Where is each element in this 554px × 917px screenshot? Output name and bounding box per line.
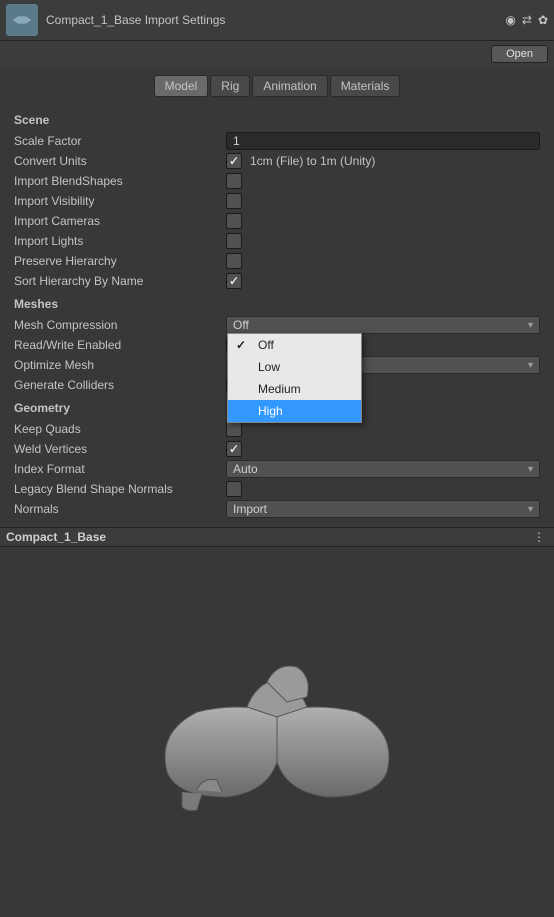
dropdown-option-high[interactable]: High	[228, 400, 361, 422]
sort-hierarchy-label: Sort Hierarchy By Name	[14, 273, 226, 289]
settings-panel: Scene Scale Factor Convert Units 1cm (Fi…	[0, 103, 554, 519]
sort-hierarchy-checkbox[interactable]	[226, 273, 242, 289]
tab-model[interactable]: Model	[154, 75, 209, 97]
open-row: Open	[0, 41, 554, 67]
tab-animation[interactable]: Animation	[252, 75, 327, 97]
scene-heading: Scene	[14, 113, 540, 127]
import-cameras-label: Import Cameras	[14, 213, 226, 229]
convert-units-checkbox[interactable]	[226, 153, 242, 169]
weld-vertices-checkbox[interactable]	[226, 441, 242, 457]
import-blendshapes-label: Import BlendShapes	[14, 173, 226, 189]
convert-units-note: 1cm (File) to 1m (Unity)	[250, 154, 375, 168]
dropdown-option-low[interactable]: Low	[228, 356, 361, 378]
normals-value: Import	[233, 502, 267, 516]
header-tools: ◉ ⇄ ✿	[505, 13, 548, 27]
preview-viewport[interactable]	[0, 547, 554, 917]
import-lights-label: Import Lights	[14, 233, 226, 249]
index-format-label: Index Format	[14, 461, 226, 477]
keep-quads-checkbox[interactable]	[226, 421, 242, 437]
inspector-title: Compact_1_Base Import Settings	[46, 13, 505, 27]
asset-type-icon	[6, 4, 38, 36]
tab-rig[interactable]: Rig	[210, 75, 250, 97]
keep-quads-label: Keep Quads	[14, 421, 226, 437]
scale-factor-label: Scale Factor	[14, 133, 226, 149]
preserve-hierarchy-label: Preserve Hierarchy	[14, 253, 226, 269]
import-lights-checkbox[interactable]	[226, 233, 242, 249]
mesh-compression-dropdown[interactable]: Off Off Low Medium High	[226, 316, 540, 334]
meshes-heading: Meshes	[14, 297, 540, 311]
mesh-preview-icon	[127, 632, 427, 832]
import-cameras-checkbox[interactable]	[226, 213, 242, 229]
generate-colliders-label: Generate Colliders	[14, 377, 226, 393]
dropdown-option-medium[interactable]: Medium	[228, 378, 361, 400]
mesh-compression-menu: Off Low Medium High	[227, 333, 362, 423]
normals-label: Normals	[14, 501, 226, 517]
legacy-blend-checkbox[interactable]	[226, 481, 242, 497]
preview-header: Compact_1_Base ⋮	[0, 527, 554, 547]
import-visibility-checkbox[interactable]	[226, 193, 242, 209]
read-write-label: Read/Write Enabled	[14, 337, 226, 353]
presets-icon[interactable]: ⇄	[522, 13, 532, 27]
scale-factor-input[interactable]	[226, 132, 540, 150]
open-button[interactable]: Open	[491, 45, 548, 63]
import-visibility-label: Import Visibility	[14, 193, 226, 209]
preserve-hierarchy-checkbox[interactable]	[226, 253, 242, 269]
tab-materials[interactable]: Materials	[330, 75, 401, 97]
import-blendshapes-checkbox[interactable]	[226, 173, 242, 189]
convert-units-label: Convert Units	[14, 153, 226, 169]
weld-vertices-label: Weld Vertices	[14, 441, 226, 457]
index-format-value: Auto	[233, 462, 258, 476]
preview-menu-icon[interactable]: ⋮	[529, 530, 548, 544]
mesh-compression-value: Off	[233, 318, 249, 332]
preview-title: Compact_1_Base	[6, 530, 529, 544]
legacy-blend-label: Legacy Blend Shape Normals	[14, 481, 226, 497]
index-format-dropdown[interactable]: Auto	[226, 460, 540, 478]
inspector-header: Compact_1_Base Import Settings ◉ ⇄ ✿	[0, 0, 554, 41]
optimize-mesh-label: Optimize Mesh	[14, 357, 226, 373]
help-icon[interactable]: ◉	[505, 13, 515, 27]
settings-icon[interactable]: ✿	[538, 13, 548, 27]
mesh-compression-label: Mesh Compression	[14, 317, 226, 333]
dropdown-option-off[interactable]: Off	[228, 334, 361, 356]
import-tabs: Model Rig Animation Materials	[0, 67, 554, 103]
normals-dropdown[interactable]: Import	[226, 500, 540, 518]
